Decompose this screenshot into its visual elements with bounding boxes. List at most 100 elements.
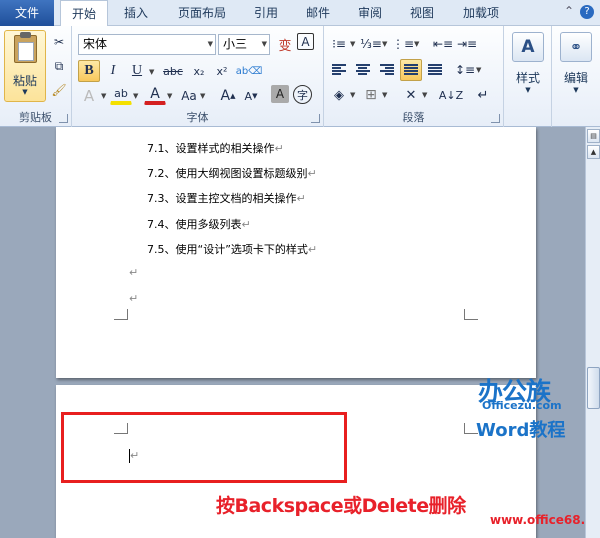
watermark-word-label: Word教程: [476, 420, 566, 441]
tab-insert[interactable]: 插入: [114, 0, 158, 26]
shading-icon[interactable]: ◈: [328, 84, 350, 106]
toc-line-2[interactable]: 7.2、使用大纲视图设置标题级别↵: [147, 165, 317, 181]
vertical-scrollbar[interactable]: ▤ ▲: [585, 127, 600, 538]
toc-line-3[interactable]: 7.3、设置主控文档的相关操作↵: [147, 190, 306, 206]
chevron-down-icon: ▼: [167, 92, 173, 100]
show-marks-icon[interactable]: ↵: [472, 84, 494, 106]
tab-references[interactable]: 引用: [244, 0, 288, 26]
change-case-button[interactable]: Aa: [178, 85, 200, 107]
up-caret-icon[interactable]: ⌃: [564, 4, 574, 18]
clipboard-group: 粘贴 ▼ ✂ ⧉ 🖌 剪贴板: [0, 26, 72, 127]
text-effect-button[interactable]: A: [78, 85, 100, 107]
chevron-down-icon: ▼: [261, 40, 267, 48]
distributed-icon[interactable]: [424, 59, 446, 81]
chevron-down-icon: ▼: [573, 86, 579, 94]
toc-line-4[interactable]: 7.4、使用多级列表↵: [147, 216, 251, 232]
tab-mailings[interactable]: 邮件: [296, 0, 340, 26]
document-page-1[interactable]: 7.1、设置样式的相关操作↵ 7.2、使用大纲视图设置标题级别↵ 7.3、设置主…: [56, 127, 536, 378]
font-group-label: 字体: [186, 111, 209, 124]
tab-review[interactable]: 审阅: [348, 0, 392, 26]
strikethrough-button[interactable]: abc: [160, 60, 186, 82]
format-painter-icon[interactable]: 🖌: [48, 79, 70, 101]
bold-button[interactable]: B: [78, 60, 100, 82]
subscript-button[interactable]: x₂: [188, 60, 210, 82]
line-spacing-icon[interactable]: ↕≡: [454, 59, 476, 81]
tab-addins[interactable]: 加载项: [452, 0, 510, 26]
editing-button[interactable]: ⚭ 编辑 ▼: [552, 30, 600, 102]
italic-button[interactable]: I: [102, 60, 124, 82]
document-page-2[interactable]: ↵ 按Backspace或Delete删除: [56, 385, 536, 538]
ribbon-tab-bar: 文件 开始 插入 页面布局 引用 邮件 审阅 视图 加载项 ⌃ ?: [0, 0, 600, 27]
increase-indent-icon[interactable]: ⇥≡: [456, 33, 478, 55]
tab-home[interactable]: 开始: [60, 0, 108, 27]
chevron-down-icon: ▼: [207, 40, 213, 48]
font-color-button[interactable]: A: [144, 85, 166, 105]
tab-view[interactable]: 视图: [400, 0, 444, 26]
chevron-down-icon: ▼: [200, 92, 206, 100]
ribbon: 粘贴 ▼ ✂ ⧉ 🖌 剪贴板 宋体 ▼ 小三 ▼ 变 A B I U ▼ abc…: [0, 26, 600, 127]
character-border-icon[interactable]: A: [297, 33, 314, 50]
chevron-down-icon: ▼: [382, 40, 388, 48]
styles-label: 样式: [515, 71, 540, 85]
chevron-down-icon: ▼: [382, 91, 388, 99]
borders-icon[interactable]: ⊞: [360, 84, 382, 106]
chevron-down-icon: ▼: [133, 92, 139, 100]
chevron-down-icon: ▼: [22, 88, 28, 96]
scroll-up-icon[interactable]: ▲: [587, 145, 600, 159]
font-size-combo[interactable]: 小三 ▼: [218, 34, 270, 55]
paste-button[interactable]: 粘贴 ▼: [4, 30, 46, 102]
document-area[interactable]: 7.1、设置样式的相关操作↵ 7.2、使用大纲视图设置标题级别↵ 7.3、设置主…: [0, 127, 585, 538]
font-name-combo[interactable]: 宋体 ▼: [78, 34, 216, 55]
decrease-indent-icon[interactable]: ⇤≡: [432, 33, 454, 55]
grow-font-button[interactable]: A ▲: [217, 85, 239, 107]
margin-corner-mark: [114, 309, 128, 320]
scroll-thumb[interactable]: [587, 367, 600, 409]
empty-paragraph-mark[interactable]: ↵: [130, 449, 139, 462]
chevron-down-icon: ▼: [149, 68, 155, 76]
character-shading-button[interactable]: A: [271, 85, 289, 103]
copy-icon[interactable]: ⧉: [48, 55, 70, 77]
font-size-value: 小三: [223, 37, 248, 51]
paste-label: 粘贴: [12, 74, 37, 88]
empty-paragraph-mark[interactable]: ↵: [129, 266, 138, 279]
editing-label: 编辑: [563, 71, 588, 85]
dialog-launcher-icon[interactable]: [311, 114, 320, 123]
ruler-toggle-icon[interactable]: ▤: [587, 129, 600, 143]
numbering-icon[interactable]: ⅓≡: [360, 33, 382, 55]
superscript-button[interactable]: x²: [211, 60, 233, 82]
enclose-characters-button[interactable]: 字: [293, 85, 312, 104]
dialog-launcher-icon[interactable]: [491, 114, 500, 123]
align-right-icon[interactable]: [376, 59, 398, 81]
watermark-site: Officezu.com: [482, 399, 562, 412]
chevron-down-icon: ▼: [525, 86, 531, 94]
highlight-button[interactable]: ab: [110, 85, 132, 105]
bullets-icon[interactable]: ⁝≡: [328, 33, 350, 55]
chinese-layout-icon[interactable]: ✕: [400, 84, 422, 106]
underline-button[interactable]: U: [126, 60, 148, 82]
dialog-launcher-icon[interactable]: [59, 114, 68, 123]
highlight-box: [61, 412, 347, 483]
watermark-url: www.office68.com: [490, 513, 600, 527]
multilevel-list-icon[interactable]: ⋮≡: [392, 33, 414, 55]
align-center-icon[interactable]: [352, 59, 374, 81]
paragraph-group: ⁝≡ ▼ ⅓≡ ▼ ⋮≡ ▼ ⇤≡ ⇥≡ ↕≡ ▼ ◈ ▼ ⊞ ▼ ✕ ▼ A↓…: [324, 26, 504, 127]
justify-icon[interactable]: [400, 59, 422, 81]
align-left-icon[interactable]: [328, 59, 350, 81]
empty-paragraph-mark[interactable]: ↵: [129, 292, 138, 305]
cut-icon[interactable]: ✂: [48, 31, 70, 53]
sort-icon[interactable]: A↓Z: [439, 84, 463, 106]
phonetic-guide-icon[interactable]: 变: [274, 33, 296, 55]
clear-formatting-icon[interactable]: ab⌫: [236, 60, 263, 82]
paragraph-group-label: 段落: [402, 111, 425, 124]
tab-page-layout[interactable]: 页面布局: [168, 0, 236, 26]
chevron-down-icon: ▼: [350, 40, 356, 48]
instruction-text: 按Backspace或Delete删除: [216, 495, 466, 517]
shrink-font-button[interactable]: A ▼: [240, 85, 262, 107]
styles-button[interactable]: A 样式 ▼: [504, 30, 552, 102]
font-group: 宋体 ▼ 小三 ▼ 变 A B I U ▼ abc x₂ x² ab⌫ A ▼ …: [72, 26, 324, 127]
toc-line-5[interactable]: 7.5、使用“设计”选项卡下的样式↵: [147, 241, 317, 257]
toc-line-1[interactable]: 7.1、设置样式的相关操作↵: [147, 140, 284, 156]
tab-file[interactable]: 文件: [0, 0, 54, 26]
chevron-down-icon: ▼: [350, 91, 356, 99]
help-icon[interactable]: ?: [580, 5, 594, 19]
